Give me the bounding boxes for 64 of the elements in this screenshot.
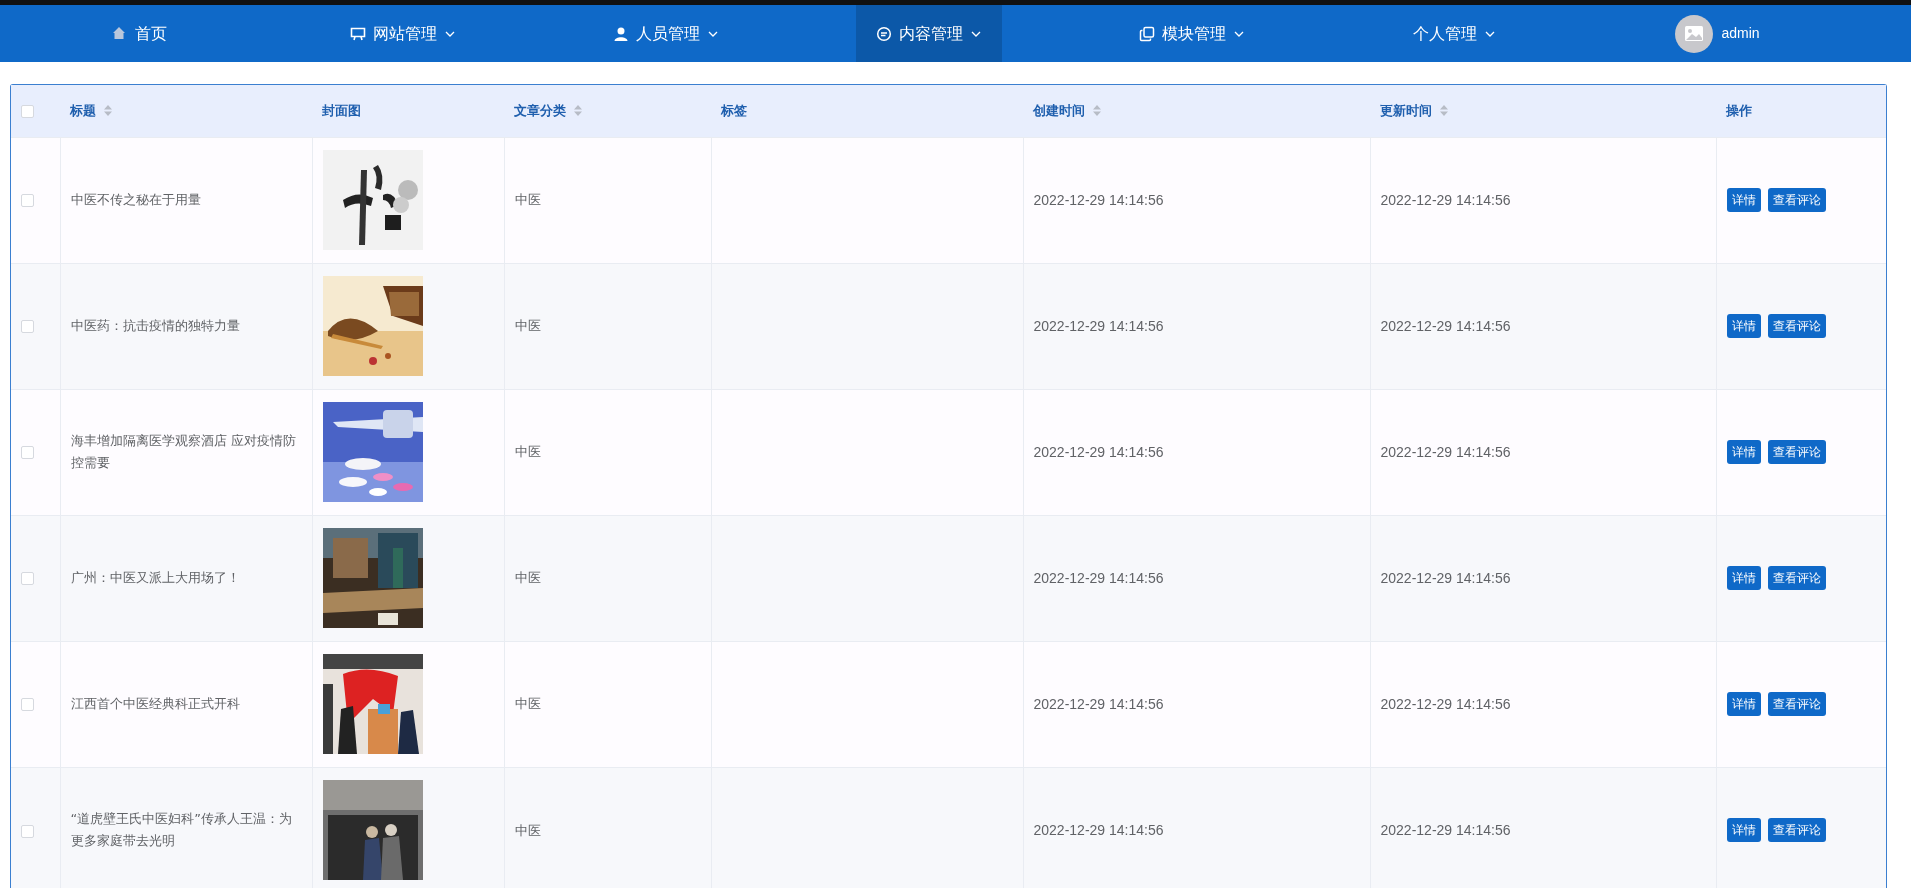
category-text: 中医 — [514, 822, 541, 838]
article-title: 江西首个中医经典科正式开科 — [70, 695, 241, 713]
category-text: 中医 — [514, 696, 541, 712]
comments-button[interactable]: 查看评论 — [1767, 188, 1826, 212]
date-text: 2022-12-29 14:14:56 — [1380, 317, 1511, 334]
date-text: 2022-12-29 14:14:56 — [1033, 191, 1164, 208]
article-title: “道虎壁王氏中医妇科”传承人王温：为更多家庭带去光明 — [70, 810, 293, 851]
article-title: 海丰增加隔离医学观察酒店 应对疫情防控需要 — [70, 432, 297, 472]
date-text: 2022-12-29 14:14:56 — [1033, 443, 1164, 460]
column-header[interactable]: 标题 — [70, 101, 96, 121]
column-header: 操作 — [1726, 102, 1752, 120]
column-header: 标签 — [721, 102, 747, 120]
nav-menu-item[interactable]: 网站管理 — [329, 5, 476, 62]
nav-menu-item[interactable]: 模块管理 — [1118, 5, 1265, 62]
user-avatar[interactable] — [1675, 14, 1714, 53]
comments-button[interactable]: 查看评论 — [1767, 566, 1826, 590]
checkbox[interactable] — [21, 572, 34, 586]
details-button[interactable]: 详情 — [1726, 188, 1761, 212]
category-text: 中医 — [514, 318, 541, 334]
chat-icon — [875, 25, 892, 42]
checkbox[interactable] — [21, 824, 34, 838]
image-placeholder-icon — [1684, 24, 1705, 43]
comments-button[interactable]: 查看评论 — [1767, 314, 1826, 338]
column-header: 封面图 — [322, 102, 361, 120]
category-text: 中医 — [514, 192, 541, 208]
copy-icon — [1138, 25, 1155, 42]
date-text: 2022-12-29 14:14:56 — [1380, 821, 1511, 838]
date-text: 2022-12-29 14:14:56 — [1033, 695, 1164, 712]
category-text: 中医 — [514, 570, 541, 586]
home-icon — [112, 25, 128, 42]
column-header[interactable]: 更新时间 — [1380, 101, 1432, 121]
details-button[interactable]: 详情 — [1726, 566, 1761, 590]
checkbox[interactable] — [21, 194, 34, 208]
nav-menu-item[interactable]: 个人管理 — [1393, 5, 1516, 62]
user-icon — [612, 25, 629, 42]
comments-button[interactable]: 查看评论 — [1767, 692, 1826, 716]
article-title: 中医药：抗击疫情的独特力量 — [70, 317, 241, 335]
checkbox[interactable] — [21, 105, 34, 118]
nav-menu-item[interactable]: 内容管理 — [855, 5, 1002, 62]
date-text: 2022-12-29 14:14:56 — [1380, 191, 1511, 208]
date-text: 2022-12-29 14:14:56 — [1380, 569, 1511, 586]
presentation-board-icon — [349, 25, 366, 42]
comments-button[interactable]: 查看评论 — [1767, 818, 1826, 843]
date-text: 2022-12-29 14:14:56 — [1380, 443, 1511, 460]
nav-menu-item[interactable]: 人员管理 — [592, 5, 739, 62]
category-text: 中医 — [514, 444, 541, 460]
date-text: 2022-12-29 14:14:56 — [1033, 569, 1164, 586]
date-text: 2022-12-29 14:14:56 — [1380, 695, 1511, 712]
details-button[interactable]: 详情 — [1726, 692, 1761, 716]
checkbox[interactable] — [21, 446, 34, 460]
details-button[interactable]: 详情 — [1726, 818, 1761, 843]
details-button[interactable]: 详情 — [1726, 440, 1761, 464]
article-title: 中医不传之秘在于用量 — [70, 191, 202, 209]
article-title: 广州：中医又派上大用场了！ — [70, 569, 241, 587]
date-text: 2022-12-29 14:14:56 — [1033, 821, 1164, 838]
date-text: 2022-12-29 14:14:56 — [1033, 317, 1164, 334]
checkbox[interactable] — [21, 698, 34, 712]
user-name[interactable]: admin — [1721, 23, 1760, 44]
column-header[interactable]: 创建时间 — [1033, 101, 1085, 121]
comments-button[interactable]: 查看评论 — [1767, 440, 1826, 464]
column-header[interactable]: 文章分类 — [514, 101, 566, 121]
nav-menu-item[interactable]: 首页 — [92, 5, 187, 62]
checkbox[interactable] — [21, 320, 34, 334]
details-button[interactable]: 详情 — [1726, 314, 1761, 338]
